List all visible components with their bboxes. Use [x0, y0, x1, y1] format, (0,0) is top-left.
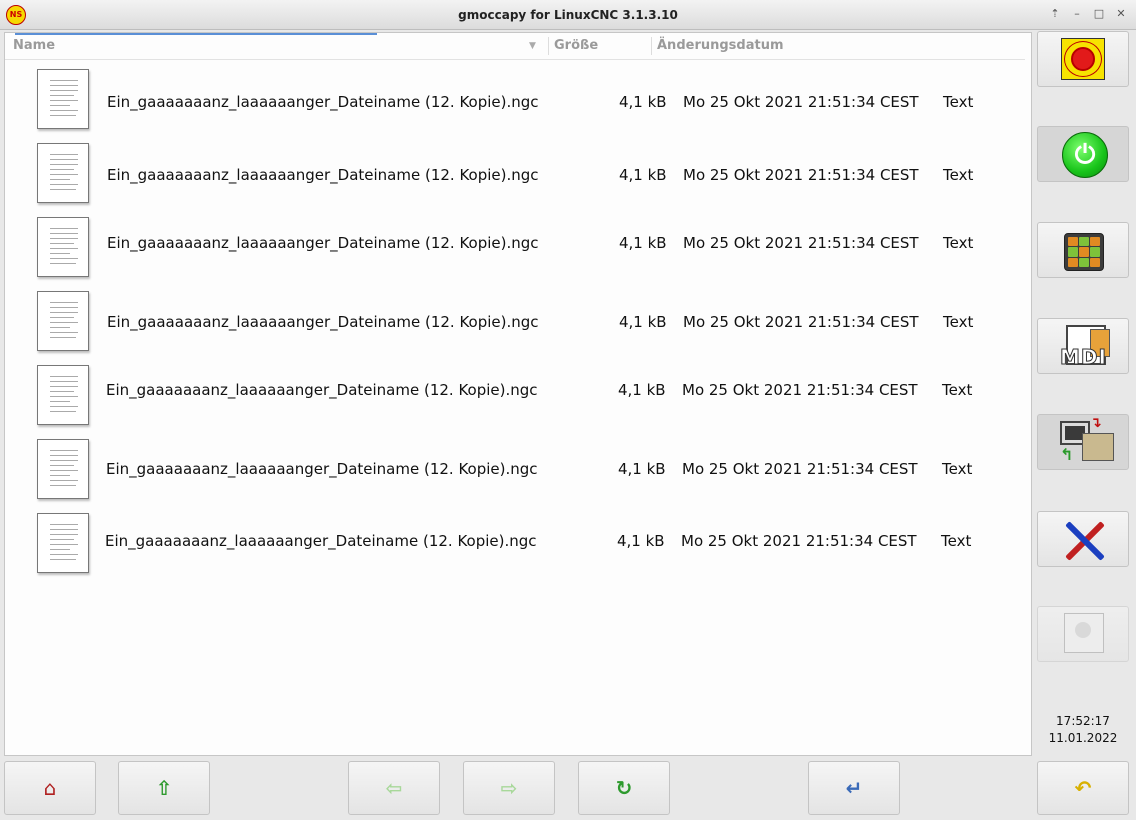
file-size: 4,1 kB — [619, 93, 667, 111]
file-size: 4,1 kB — [618, 460, 666, 478]
clock: 17:52:17 11.01.2022 — [1036, 713, 1130, 747]
emergency-stop-button[interactable] — [1037, 31, 1129, 87]
file-modified: Mo 25 Okt 2021 21:51:34 CEST — [683, 234, 919, 252]
text-file-icon — [37, 365, 89, 425]
select-next-button[interactable]: ⇨ — [463, 761, 555, 815]
file-name: Ein_gaaaaaaanz_laaaaaanger_Dateiname (12… — [105, 532, 537, 550]
column-header: Name ▼ Größe Änderungsdatum — [5, 33, 1025, 60]
file-name: Ein_gaaaaaaanz_laaaaaanger_Dateiname (12… — [107, 234, 539, 252]
power-on-icon: ⏻ — [1062, 132, 1108, 178]
arrow-down-red-icon: ↴ — [1090, 415, 1102, 431]
jump-to-directory-button[interactable]: ↻ — [578, 761, 670, 815]
file-type: Text — [943, 93, 974, 111]
column-modified-header[interactable]: Änderungsdatum — [657, 38, 784, 53]
emergency-stop-icon — [1061, 38, 1105, 80]
back-button[interactable]: ↶ — [1037, 761, 1129, 815]
reload-icon: ↻ — [615, 776, 633, 800]
text-file-icon — [37, 513, 89, 573]
file-modified: Mo 25 Okt 2021 21:51:34 CEST — [681, 532, 917, 550]
sort-descending-icon: ▼ — [529, 41, 536, 51]
table-row[interactable]: Ein_gaaaaaaanz_laaaaaanger_Dateiname (12… — [5, 65, 1025, 135]
file-name: Ein_gaaaaaaanz_laaaaaanger_Dateiname (12… — [106, 460, 538, 478]
file-name: Ein_gaaaaaaanz_laaaaaanger_Dateiname (12… — [107, 93, 539, 111]
table-row[interactable]: Ein_gaaaaaaanz_laaaaaanger_Dateiname (12… — [5, 139, 1025, 209]
back-icon: ↶ — [1074, 776, 1092, 800]
text-file-icon — [37, 217, 89, 277]
file-size: 4,1 kB — [617, 532, 665, 550]
settings-button[interactable] — [1037, 511, 1129, 567]
table-row[interactable]: Ein_gaaaaaaanz_laaaaaanger_Dateiname (12… — [5, 287, 1025, 357]
text-file-icon — [37, 69, 89, 129]
file-chooser-panel: Name ▼ Größe Änderungsdatum Ein_gaaaaaaa… — [4, 32, 1032, 756]
file-modified: Mo 25 Okt 2021 21:51:34 CEST — [682, 460, 918, 478]
window-maximize-button[interactable]: □ — [1092, 7, 1106, 21]
user-tabs-icon — [1064, 613, 1104, 653]
text-file-icon — [37, 143, 89, 203]
file-name: Ein_gaaaaaaanz_laaaaaanger_Dateiname (12… — [107, 313, 539, 331]
column-name-header[interactable]: Name — [13, 38, 55, 53]
home-button[interactable]: ⌂ — [4, 761, 96, 815]
directory-up-button[interactable]: ⇧ — [118, 761, 210, 815]
file-size: 4,1 kB — [618, 381, 666, 399]
file-name: Ein_gaaaaaaanz_laaaaaanger_Dateiname (12… — [107, 166, 539, 184]
arrow-up-green-icon: ↰ — [1060, 445, 1074, 464]
machine-power-button[interactable]: ⏻ — [1037, 126, 1129, 182]
user-tabs-button[interactable] — [1037, 606, 1129, 662]
file-size: 4,1 kB — [619, 234, 667, 252]
file-type: Text — [943, 166, 974, 184]
file-type: Text — [942, 460, 973, 478]
manual-mode-button[interactable] — [1037, 222, 1129, 278]
column-separator[interactable] — [651, 37, 652, 55]
tools-settings-icon — [1060, 516, 1110, 564]
file-modified: Mo 25 Okt 2021 21:51:34 CEST — [683, 93, 919, 111]
file-size: 4,1 kB — [619, 166, 667, 184]
file-modified: Mo 25 Okt 2021 21:51:34 CEST — [683, 313, 919, 331]
title-bar: NS gmoccapy for LinuxCNC 3.1.3.10 ⇡ – □ … — [0, 0, 1136, 30]
file-type: Text — [941, 532, 972, 550]
window-title: gmoccapy for LinuxCNC 3.1.3.10 — [458, 8, 678, 22]
auto-mode-button[interactable]: ↰ ↴ — [1037, 414, 1129, 470]
table-row[interactable]: Ein_gaaaaaaanz_laaaaaanger_Dateiname (12… — [5, 509, 1025, 579]
select-file-button[interactable]: ↵ — [808, 761, 900, 815]
file-size: 4,1 kB — [619, 313, 667, 331]
column-size-header[interactable]: Größe — [554, 38, 598, 53]
jog-manual-icon — [1064, 233, 1104, 271]
arrow-left-icon: ⇦ — [385, 776, 403, 800]
file-type: Text — [943, 234, 974, 252]
file-type: Text — [942, 381, 973, 399]
mdi-mode-button[interactable]: MDI — [1037, 318, 1129, 374]
clock-time: 17:52:17 — [1056, 714, 1110, 728]
select-enter-icon: ↵ — [845, 776, 863, 800]
text-file-icon — [37, 291, 89, 351]
arrow-up-icon: ⇧ — [155, 776, 173, 800]
file-name: Ein_gaaaaaaanz_laaaaaanger_Dateiname (12… — [106, 381, 538, 399]
text-file-icon — [37, 439, 89, 499]
file-type: Text — [943, 313, 974, 331]
select-previous-button[interactable]: ⇦ — [348, 761, 440, 815]
column-separator[interactable] — [548, 37, 549, 55]
auto-machine-icon — [1082, 433, 1114, 461]
clock-date: 11.01.2022 — [1048, 731, 1118, 745]
window-keep-above-button[interactable]: ⇡ — [1048, 7, 1062, 21]
table-row[interactable]: Ein_gaaaaaaanz_laaaaaanger_Dateiname (12… — [5, 361, 1025, 431]
home-icon: ⌂ — [43, 776, 57, 800]
file-modified: Mo 25 Okt 2021 21:51:34 CEST — [683, 166, 919, 184]
table-row[interactable]: Ein_gaaaaaaanz_laaaaaanger_Dateiname (12… — [5, 435, 1025, 505]
window-controls: ⇡ – □ ✕ — [1048, 7, 1128, 21]
mdi-label: MDI — [1060, 345, 1107, 370]
focus-indicator — [15, 33, 377, 35]
arrow-right-icon: ⇨ — [500, 776, 518, 800]
window-close-button[interactable]: ✕ — [1114, 7, 1128, 21]
window-minimize-button[interactable]: – — [1070, 7, 1084, 21]
file-modified: Mo 25 Okt 2021 21:51:34 CEST — [682, 381, 918, 399]
table-row[interactable]: Ein_gaaaaaaanz_laaaaaanger_Dateiname (12… — [5, 213, 1025, 283]
